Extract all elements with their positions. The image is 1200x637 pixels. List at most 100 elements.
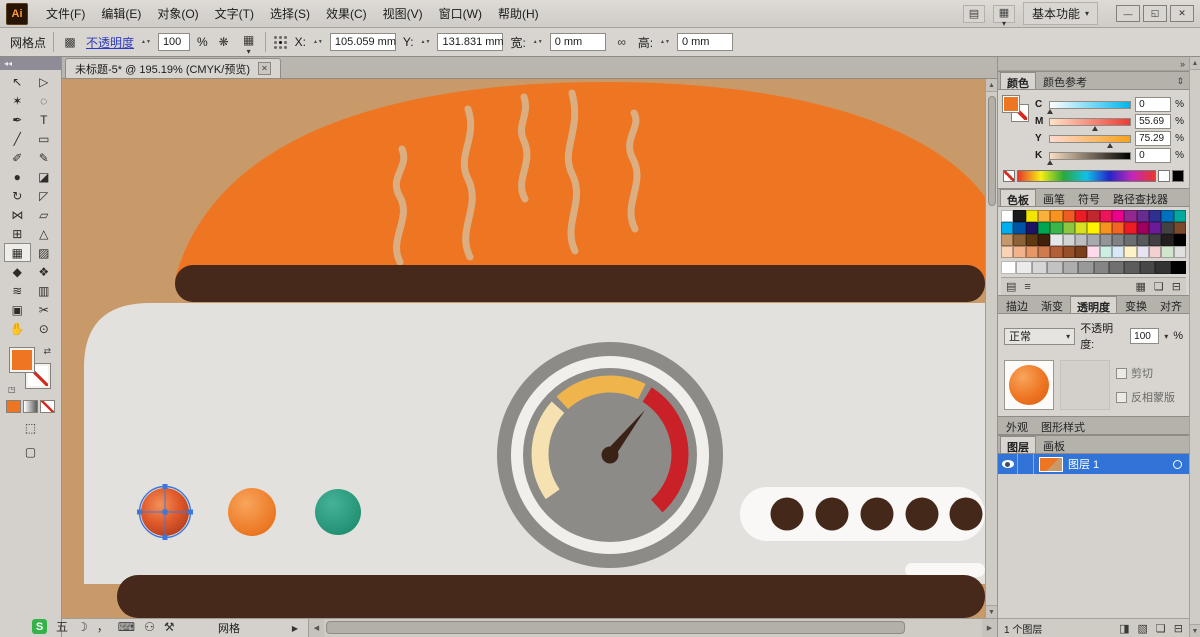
canvas[interactable]	[62, 79, 985, 618]
make-clipping-mask-icon[interactable]: ◨	[1119, 622, 1129, 635]
swatch[interactable]	[1111, 234, 1125, 246]
swatch[interactable]	[1136, 210, 1149, 222]
swatch[interactable]	[1050, 210, 1063, 222]
width-tool[interactable]: ⋈	[4, 205, 31, 224]
perspective-grid-tool[interactable]: △	[31, 224, 58, 243]
none-button[interactable]	[40, 400, 55, 413]
swatch[interactable]	[1148, 234, 1162, 246]
scroll-up-icon[interactable]: ▲	[986, 79, 997, 92]
color-value-M[interactable]: 55.69	[1135, 114, 1172, 129]
swatch[interactable]	[1013, 234, 1026, 246]
tab-symbols[interactable]: 符号	[1072, 189, 1106, 206]
color-value-Y[interactable]: 75.29	[1135, 131, 1172, 146]
gray-swatch[interactable]	[1155, 261, 1171, 274]
menu-type[interactable]: 文字(T)	[207, 0, 262, 27]
horizontal-scroll-track[interactable]	[324, 619, 982, 637]
tab-align[interactable]: 对齐	[1154, 296, 1188, 313]
gauge[interactable]	[497, 342, 723, 568]
swatch[interactable]	[1037, 246, 1051, 258]
pen-tool[interactable]: ✒	[4, 110, 31, 129]
artboard-tool[interactable]: ▣	[4, 300, 31, 319]
swatch[interactable]	[1173, 234, 1186, 246]
swatch[interactable]	[1136, 222, 1149, 234]
swatch[interactable]	[1050, 246, 1063, 258]
drawing-mode-button[interactable]: ⬚	[0, 419, 61, 437]
height-input[interactable]: 0 mm	[676, 33, 733, 51]
swatch[interactable]	[1124, 246, 1137, 258]
minimize-button[interactable]: —	[1116, 5, 1140, 22]
swatch[interactable]	[1111, 210, 1125, 222]
tab-brushes[interactable]: 画笔	[1037, 189, 1071, 206]
blend-mode-dropdown[interactable]: 正常 ▾	[1004, 327, 1076, 345]
swatch[interactable]	[1173, 246, 1186, 258]
color-button[interactable]	[6, 400, 21, 413]
swatch[interactable]	[1037, 234, 1051, 246]
swatch[interactable]	[1013, 210, 1026, 222]
swatch-kinds-icon[interactable]: ≡	[1024, 281, 1030, 293]
transparency-grid-icon[interactable]: ▩	[61, 33, 79, 51]
new-color-group-icon[interactable]: ▦	[1136, 280, 1146, 293]
scroll-down-icon[interactable]: ▼	[1190, 624, 1200, 637]
swatch[interactable]	[1173, 210, 1186, 222]
white-swatch[interactable]	[1158, 170, 1170, 182]
vertical-scroll-thumb[interactable]	[987, 96, 996, 206]
free-transform-tool[interactable]: ▱	[31, 205, 58, 224]
height-stepper[interactable]: ▲▼	[660, 39, 670, 45]
swatch[interactable]	[1001, 210, 1014, 222]
symbol-sprayer-tool[interactable]: ≋	[4, 281, 31, 300]
swatch[interactable]	[1074, 210, 1088, 222]
swatch[interactable]	[1037, 222, 1051, 234]
swatch[interactable]	[1001, 246, 1014, 258]
swatch[interactable]	[1124, 210, 1137, 222]
button-teal[interactable]	[315, 489, 361, 535]
slider-marker[interactable]	[1047, 108, 1053, 114]
swatch[interactable]	[1087, 246, 1100, 258]
tab-appearance[interactable]: 外观	[1000, 417, 1034, 434]
layer-row[interactable]: 图层 1	[998, 454, 1189, 474]
swatch[interactable]	[1099, 234, 1112, 246]
user-icon[interactable]: ⚇	[144, 620, 155, 634]
swatch[interactable]	[1173, 222, 1186, 234]
panel-collapse-icon[interactable]: ⇕	[1173, 76, 1187, 89]
tab-transform[interactable]: 变换	[1119, 296, 1153, 313]
x-stepper[interactable]: ▲▼	[313, 39, 323, 45]
invert-mask-checkbox[interactable]: 反相蒙版	[1116, 389, 1175, 405]
direct-selection-tool[interactable]: ▷	[31, 72, 58, 91]
tab-gradient[interactable]: 渐变	[1035, 296, 1069, 313]
swatch[interactable]	[1037, 210, 1051, 222]
screen-mode-button[interactable]: ▢	[0, 443, 61, 461]
y-stepper[interactable]: ▲▼	[421, 39, 431, 45]
swatch[interactable]	[1099, 246, 1112, 258]
slider-marker[interactable]	[1107, 142, 1114, 148]
tab-color-guide[interactable]: 颜色参考	[1037, 72, 1093, 89]
chevron-down-icon[interactable]: ▾	[1164, 332, 1168, 341]
layers-empty-area[interactable]	[998, 474, 1189, 618]
moon-icon[interactable]: ☽	[77, 620, 88, 634]
x-input[interactable]: 105.059 mm	[329, 33, 396, 51]
dock-scrollbar[interactable]: ▲ ▼	[1189, 57, 1200, 637]
swatch[interactable]	[1062, 222, 1075, 234]
swatch[interactable]	[1025, 234, 1038, 246]
swatch[interactable]	[1161, 246, 1174, 258]
swatch[interactable]	[1161, 210, 1174, 222]
paintbrush-tool[interactable]: ✐	[4, 148, 31, 167]
tab-graphic-styles[interactable]: 图形样式	[1035, 417, 1091, 434]
color-spectrum-bar[interactable]	[1017, 170, 1156, 182]
constrain-proportions-icon[interactable]: ∞	[613, 33, 631, 51]
tab-pathfinder[interactable]: 路径查找器	[1107, 189, 1174, 206]
swatch[interactable]	[1148, 222, 1162, 234]
horizontal-scroll-thumb[interactable]	[326, 621, 906, 634]
gray-swatch[interactable]	[1124, 261, 1140, 274]
scroll-up-icon[interactable]: ▲	[1190, 57, 1200, 70]
swatch[interactable]	[1001, 222, 1014, 234]
pencil-tool[interactable]: ✎	[31, 148, 58, 167]
cooker-base-shape[interactable]	[117, 575, 985, 618]
scroll-right-icon[interactable]: ▶	[982, 619, 997, 637]
shape-builder-tool[interactable]: ⊞	[4, 224, 31, 243]
object-thumbnail-well[interactable]	[1004, 360, 1054, 410]
hand-tool[interactable]: ✋	[4, 319, 31, 338]
mesh-tool[interactable]: ▦	[4, 243, 31, 262]
gray-swatch[interactable]	[1139, 261, 1156, 274]
gray-swatch[interactable]	[1001, 261, 1017, 274]
color-value-C[interactable]: 0	[1135, 97, 1172, 112]
